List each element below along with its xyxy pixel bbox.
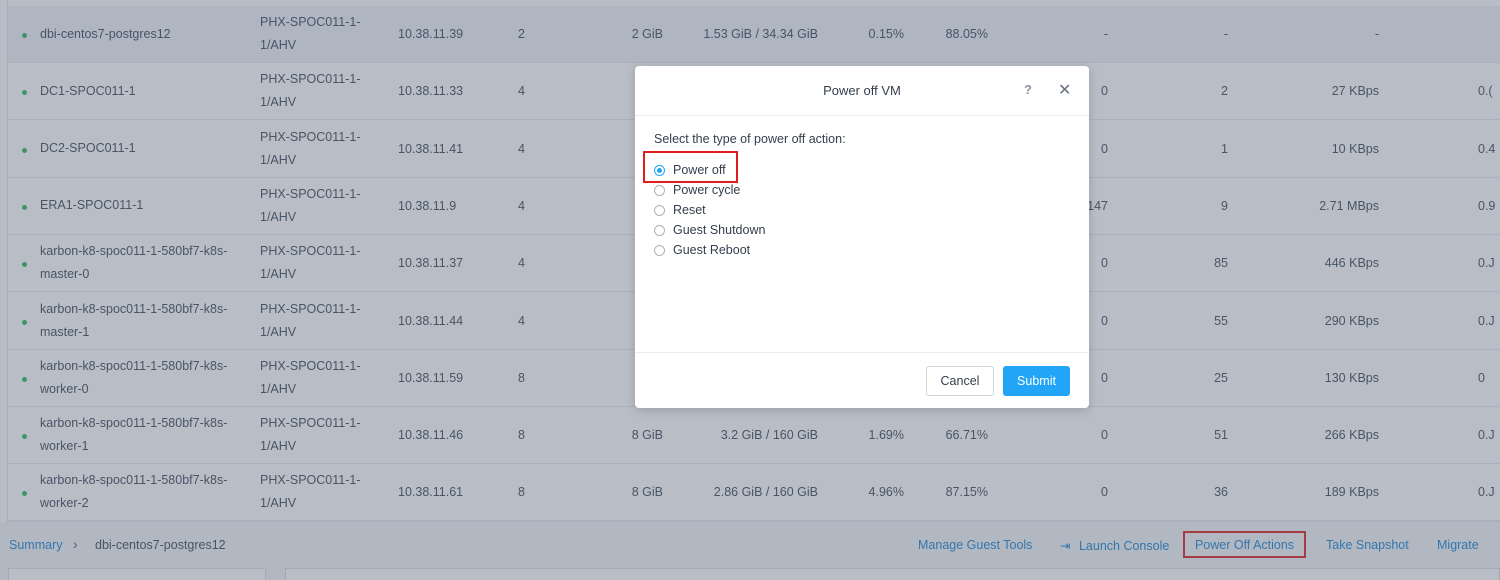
- power-option-guest-shutdown[interactable]: Guest Shutdown: [654, 221, 765, 239]
- power-option-label: Reset: [673, 203, 706, 217]
- power-option-label: Guest Shutdown: [673, 223, 766, 237]
- power-option-label: Guest Reboot: [673, 243, 751, 257]
- radio-button[interactable]: [654, 244, 665, 256]
- radio-button[interactable]: [654, 224, 665, 236]
- power-option-reset[interactable]: Reset: [654, 201, 706, 219]
- close-icon[interactable]: ✕: [1058, 80, 1071, 100]
- submit-button[interactable]: Submit: [1003, 366, 1070, 396]
- power-off-prompt: Select the type of power off action:: [654, 132, 846, 146]
- power-off-vm-dialog: Power off VM ? ✕ Select the type of powe…: [635, 66, 1089, 408]
- radio-button[interactable]: [654, 164, 665, 176]
- dialog-header: Power off VM ? ✕: [635, 66, 1089, 116]
- power-option-power-off[interactable]: Power off: [654, 161, 726, 179]
- power-option-label: Power cycle: [673, 183, 741, 197]
- power-option-power-cycle[interactable]: Power cycle: [654, 181, 740, 199]
- cancel-button[interactable]: Cancel: [926, 366, 994, 396]
- radio-button[interactable]: [654, 204, 665, 216]
- power-option-label: Power off: [673, 163, 726, 177]
- help-icon[interactable]: ?: [1024, 82, 1032, 97]
- power-option-guest-reboot[interactable]: Guest Reboot: [654, 241, 750, 259]
- dialog-title: Power off VM: [823, 83, 901, 98]
- radio-button[interactable]: [654, 184, 665, 196]
- dialog-footer: Cancel Submit: [635, 352, 1089, 408]
